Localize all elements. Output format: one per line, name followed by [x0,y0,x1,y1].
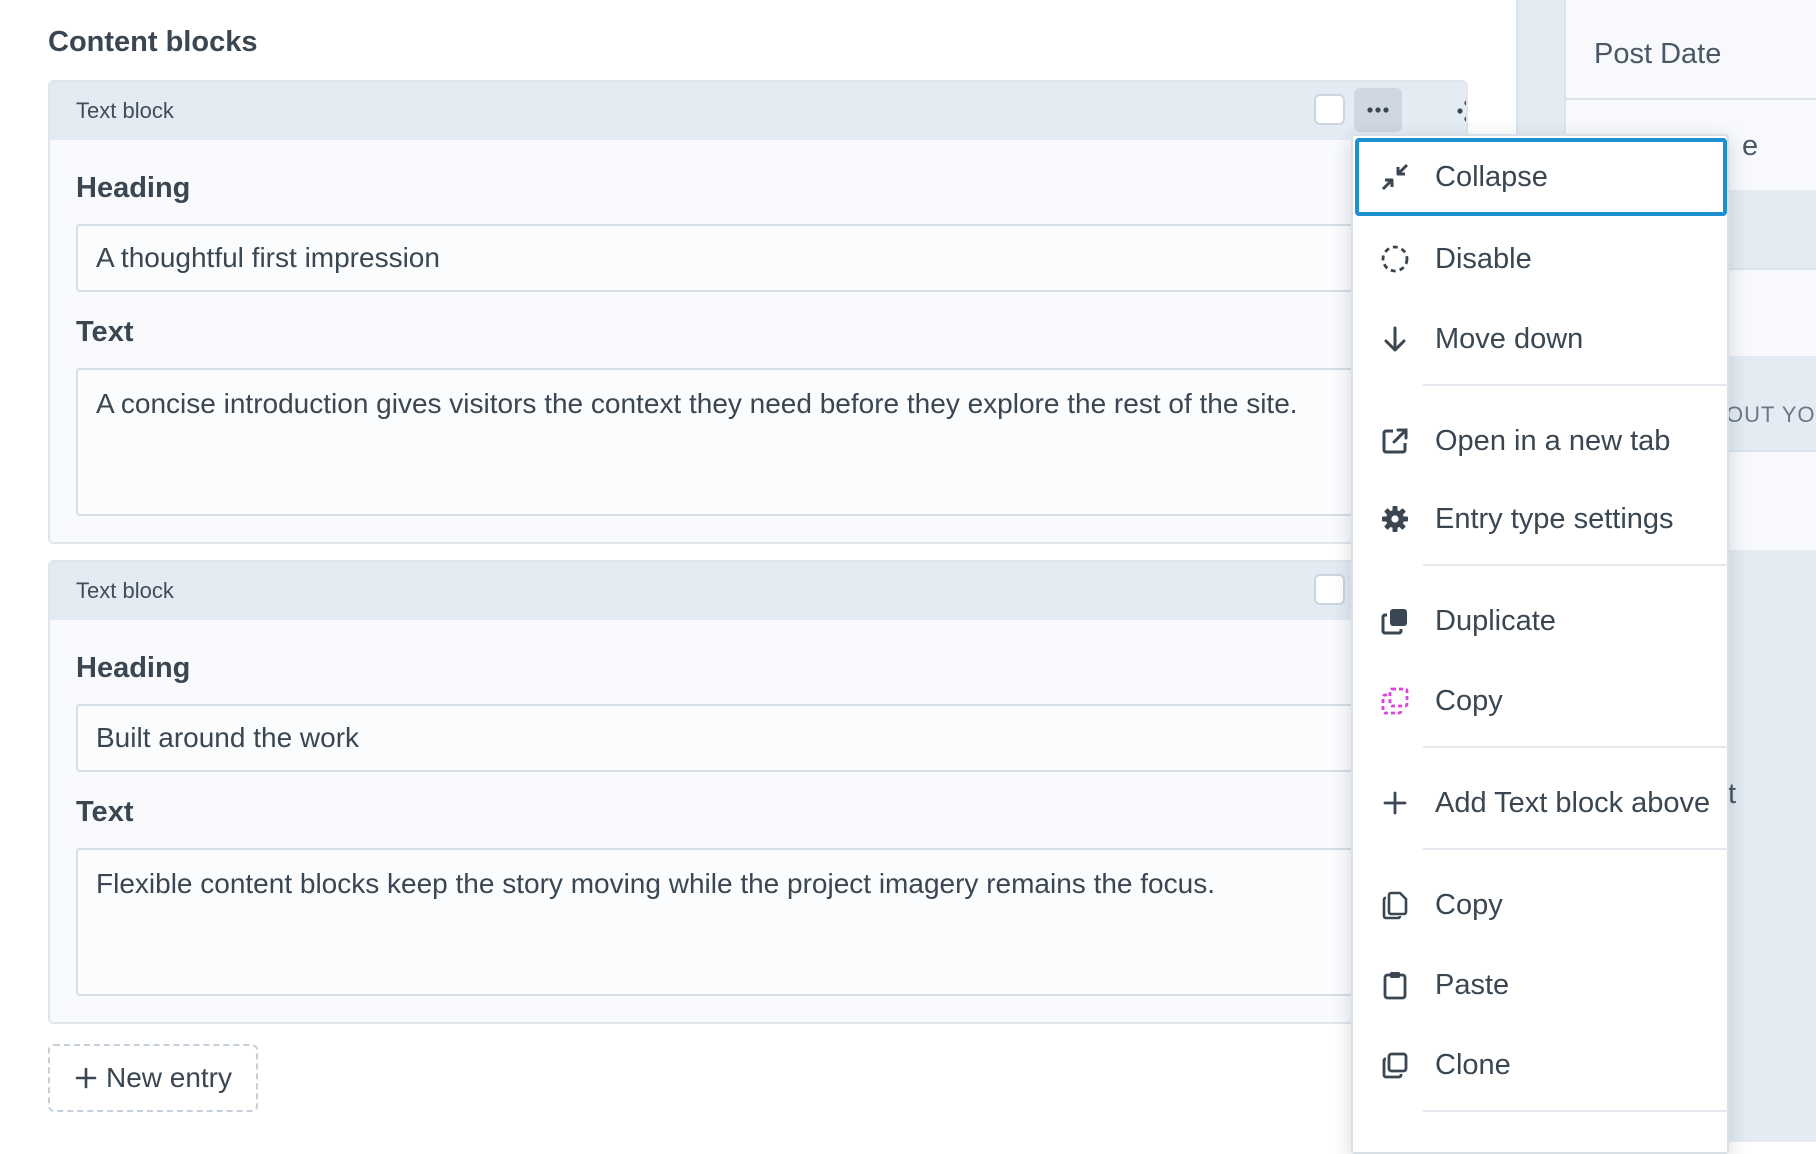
duplicate-icon [1379,605,1411,637]
menu-item-clone[interactable]: Clone [1355,1026,1727,1104]
block-title: Text block [76,98,174,123]
clipboard-icon [1379,969,1411,1001]
heading-label: Heading [76,652,191,684]
block-select-checkbox[interactable] [1314,574,1345,605]
menu-item-move-down[interactable]: Move down [1355,300,1727,378]
plus-icon [74,1066,98,1090]
block-actions-menu: Collapse Disable Move down Open in a new… [1351,134,1729,1154]
menu-item-label: Clone [1435,1048,1511,1081]
heading-label: Heading [76,172,191,204]
clone-icon [1379,1049,1411,1081]
content-blocks-title: Content blocks [48,26,258,58]
sidebar-label-fragment: t [1728,778,1737,810]
menu-item-label: Open in a new tab [1435,424,1671,457]
main-content: Content blocks Text block Heading A thou… [0,0,1516,1142]
menu-item-label: Paste [1435,968,1510,1001]
menu-separator [1423,1110,1729,1112]
text-block-1: Text block Heading A thoughtful first im… [48,80,1468,544]
menu-item-label: Copy [1435,684,1503,717]
text-textarea[interactable]: Flexible content blocks keep the story m… [76,848,1466,996]
menu-item-label: Duplicate [1435,604,1556,637]
menu-item-open-new-tab[interactable]: Open in a new tab [1355,402,1727,480]
menu-item-collapse[interactable]: Collapse [1355,138,1727,216]
menu-separator [1423,848,1729,850]
menu-item-disable[interactable]: Disable [1355,220,1727,298]
menu-item-label: Copy [1435,888,1503,921]
menu-item-copy-dashed[interactable]: Copy [1355,662,1727,740]
block-actions-button[interactable] [1354,88,1402,132]
block-header[interactable]: Text block [50,562,1466,620]
ellipsis-icon [1367,107,1389,113]
menu-separator [1423,564,1729,566]
sidebar-section-heading: OUT YOU [1726,402,1816,427]
sidebar-label-fragment: e [1742,130,1759,162]
post-date-label: Post Date [1594,38,1722,70]
arrow-down-icon [1379,323,1411,355]
copy-icon [1379,889,1411,921]
menu-item-label: Disable [1435,242,1532,275]
menu-item-label: Entry type settings [1435,502,1674,535]
text-textarea[interactable]: A concise introduction gives visitors th… [76,368,1466,516]
gear-icon [1379,503,1411,535]
menu-separator [1423,384,1729,386]
menu-item-add-text-block-above[interactable]: Add Text block above [1355,764,1727,842]
block-header[interactable]: Text block [50,82,1466,140]
menu-separator [1423,746,1729,748]
text-block-2: Text block Heading Built around the work… [48,560,1468,1024]
new-entry-label: New entry [105,1062,233,1093]
menu-item-duplicate[interactable]: Duplicate [1355,582,1727,660]
text-label: Text [76,796,134,828]
menu-item-paste[interactable]: Paste [1355,946,1727,1024]
menu-item-copy[interactable]: Copy [1355,866,1727,944]
menu-item-label: Move down [1435,322,1584,355]
move-handle-icon[interactable] [1452,96,1466,126]
menu-item-entry-type-settings[interactable]: Entry type settings [1355,480,1727,558]
external-link-icon [1379,425,1411,457]
menu-item-label: Collapse [1435,160,1548,193]
heading-input[interactable]: A thoughtful first impression [76,224,1466,292]
new-entry-button[interactable]: New entry [48,1044,258,1112]
disable-icon [1379,243,1411,275]
menu-item-label: Add Text block above [1435,786,1711,819]
collapse-icon [1379,161,1411,193]
post-date-row: Post Date [1566,10,1816,100]
text-label: Text [76,316,134,348]
block-title: Text block [76,578,174,603]
plus-icon [1379,787,1411,819]
copy-dashed-icon [1379,685,1411,717]
heading-input[interactable]: Built around the work [76,704,1466,772]
block-select-checkbox[interactable] [1314,94,1345,125]
